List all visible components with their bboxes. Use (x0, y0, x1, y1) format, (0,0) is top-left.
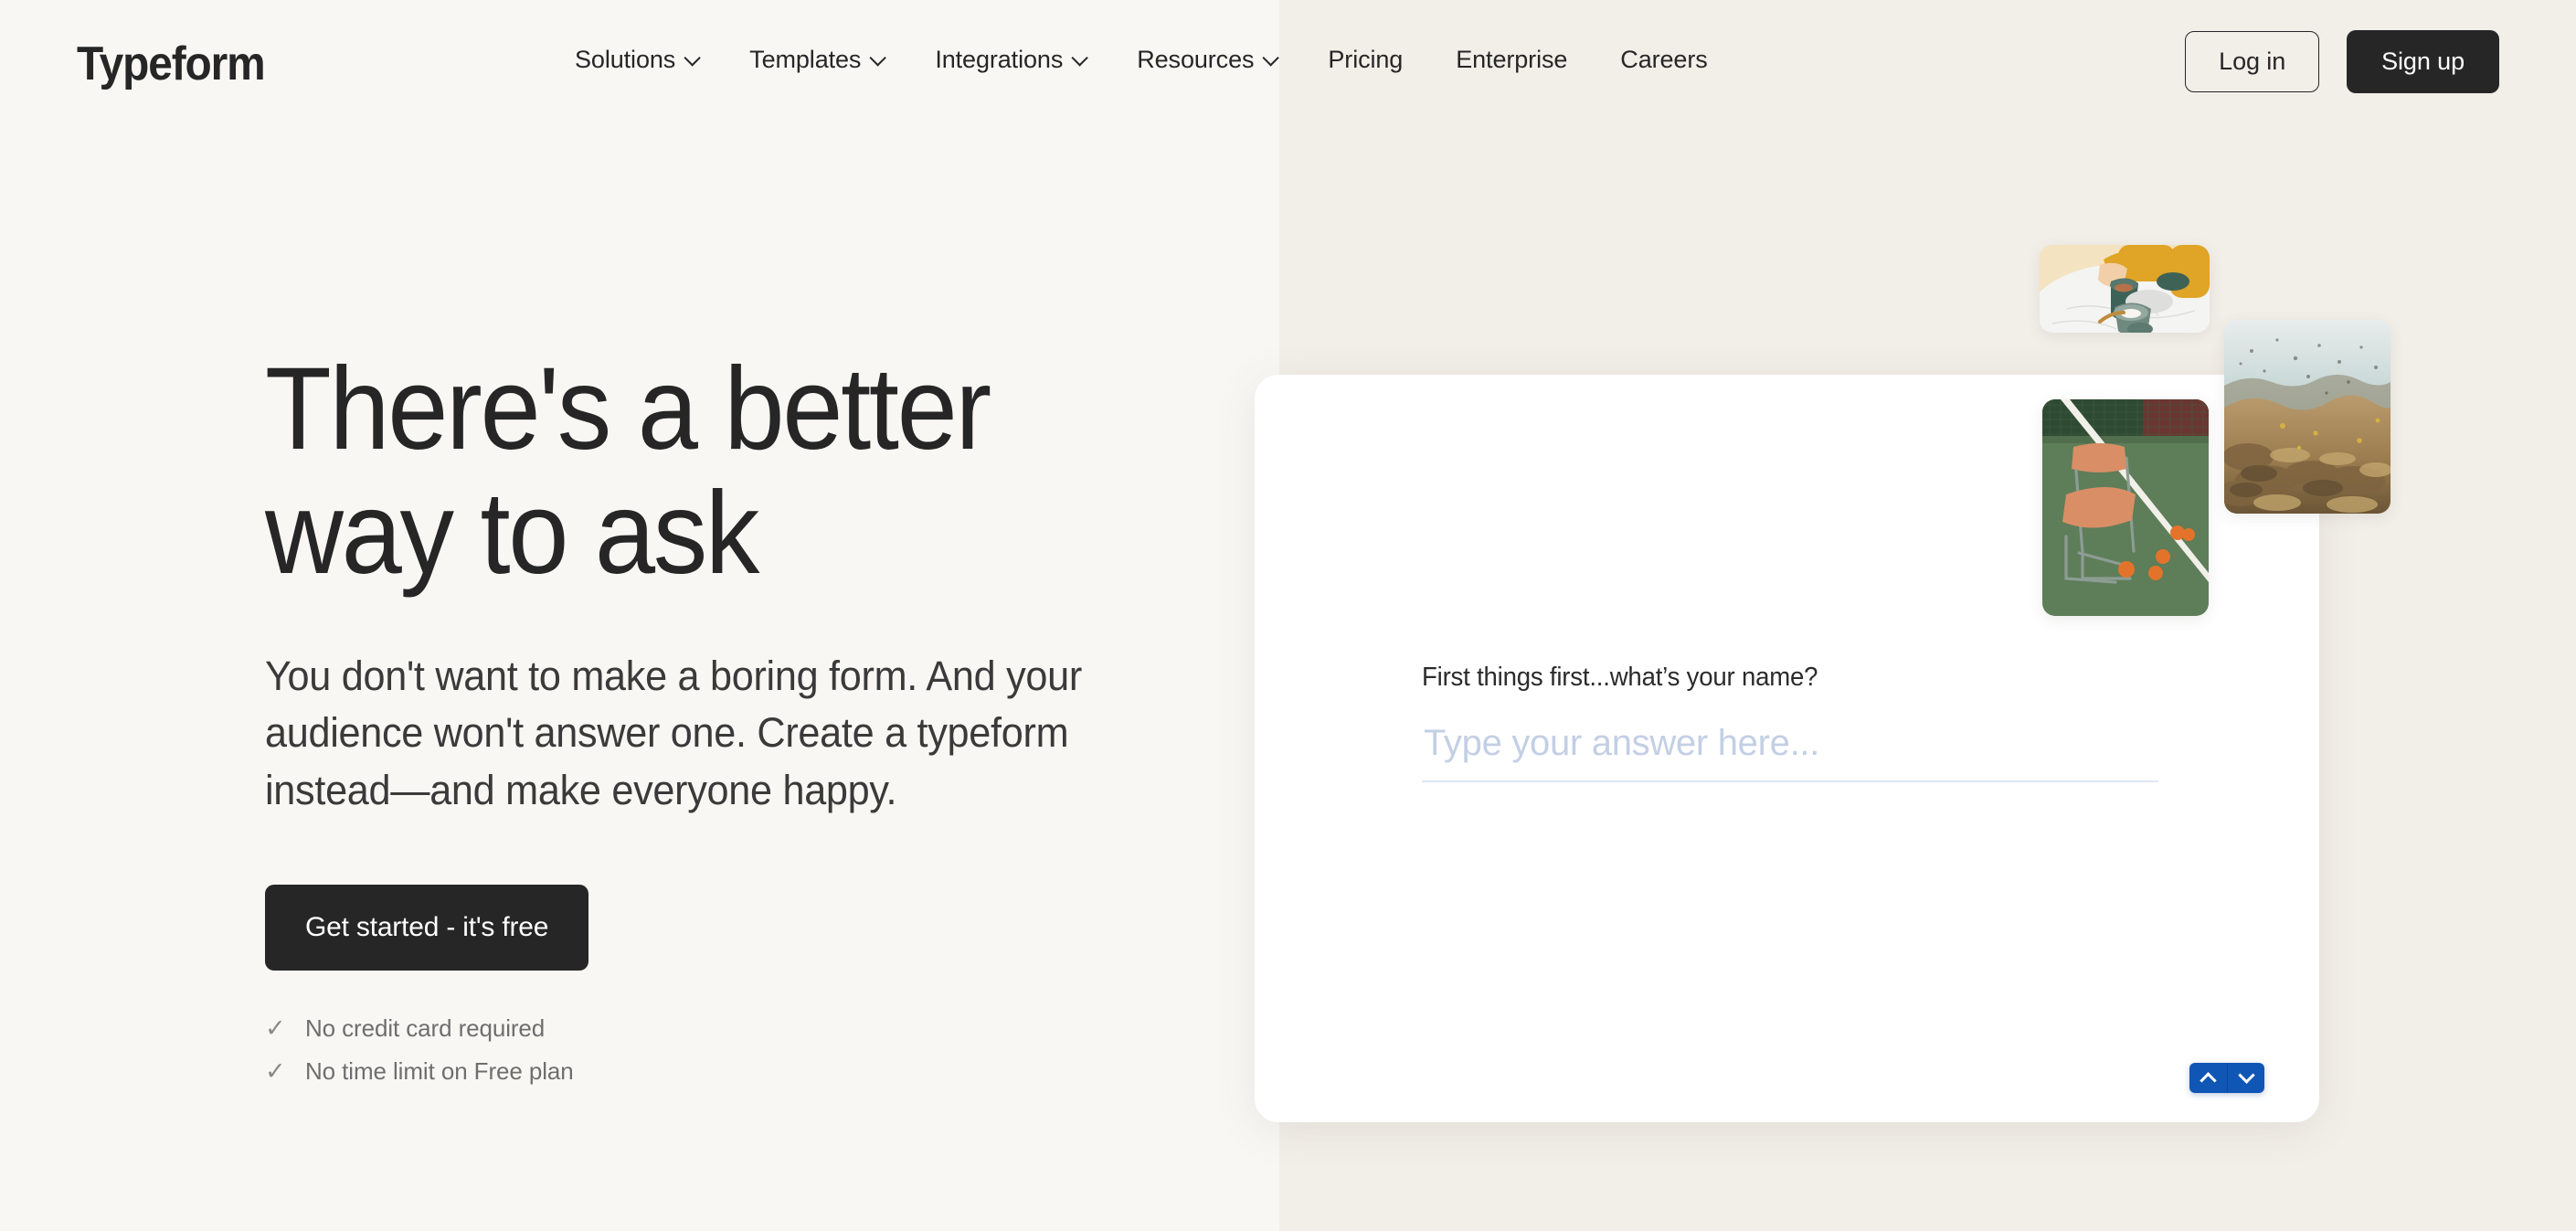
form-answer-field-wrapper (1422, 717, 2158, 782)
perk-item: ✓ No credit card required (265, 1014, 1188, 1043)
perk-item: ✓ No time limit on Free plan (265, 1057, 1188, 1086)
photo-hands-pouring-cups (2040, 245, 2210, 333)
header-actions: Log in Sign up (2185, 30, 2499, 93)
chevron-up-icon (2200, 1072, 2217, 1089)
nav-label: Integrations (935, 46, 1064, 73)
main-navigation: Solutions Templates Integrations Resourc… (548, 46, 1734, 74)
perk-label: No credit card required (305, 1013, 546, 1042)
check-icon: ✓ (265, 1056, 286, 1085)
photo-tennis-court-chair (2042, 399, 2209, 616)
nav-item-pricing[interactable]: Pricing (1301, 46, 1429, 74)
chevron-down-icon (1071, 49, 1089, 67)
form-nav-up-button[interactable] (2189, 1063, 2227, 1093)
page-root: Typeform Solutions Templates Integration… (0, 0, 2576, 1231)
chevron-down-icon (869, 49, 887, 67)
nav-item-enterprise[interactable]: Enterprise (1429, 46, 1594, 74)
perk-label: No time limit on Free plan (305, 1056, 574, 1085)
photo-underwater-coral (2224, 320, 2390, 514)
nav-label: Enterprise (1456, 46, 1568, 73)
nav-item-careers[interactable]: Careers (1594, 46, 1733, 74)
nav-label: Templates (749, 46, 862, 73)
nav-item-solutions[interactable]: Solutions (548, 46, 723, 74)
signup-button[interactable]: Sign up (2347, 30, 2499, 93)
nav-label: Solutions (575, 46, 676, 73)
hero-subtitle: You don't want to make a boring form. An… (265, 653, 1082, 813)
nav-item-resources[interactable]: Resources (1110, 46, 1301, 74)
form-question-label: First things first...what’s your name? (1422, 663, 1818, 692)
nav-label: Resources (1137, 46, 1255, 73)
nav-label: Pricing (1328, 46, 1404, 73)
check-icon: ✓ (265, 1013, 286, 1042)
form-answer-input[interactable] (1422, 717, 2158, 782)
chevron-down-icon (2237, 1067, 2255, 1084)
hero-title: There's a better way to ask (265, 344, 991, 599)
typeform-logo[interactable]: Typeform (77, 37, 266, 91)
chevron-down-icon (1262, 49, 1280, 67)
get-started-button[interactable]: Get started - it's free (265, 884, 589, 971)
form-nav-down-button[interactable] (2227, 1063, 2264, 1093)
nav-label: Careers (1620, 46, 1708, 73)
nav-item-integrations[interactable]: Integrations (908, 46, 1110, 74)
nav-item-templates[interactable]: Templates (723, 46, 908, 74)
form-navigation-controls (2189, 1063, 2264, 1093)
site-header: Typeform Solutions Templates Integration… (0, 0, 2576, 137)
hero-section: There's a better way to ask You don't wa… (265, 347, 1188, 1100)
login-button[interactable]: Log in (2185, 31, 2320, 92)
chevron-down-icon (684, 49, 701, 67)
hero-perks-list: ✓ No credit card required ✓ No time limi… (265, 1014, 1188, 1086)
